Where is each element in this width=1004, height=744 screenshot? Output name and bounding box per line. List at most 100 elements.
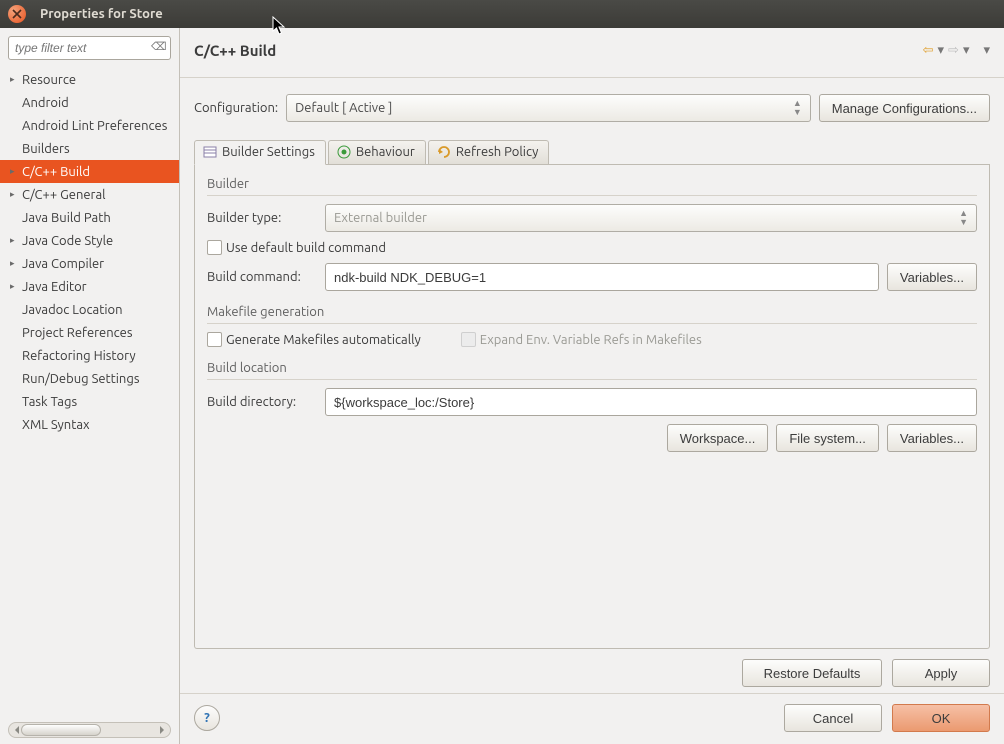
page-header: C/C++ Build ⇦ ▾ ⇨ ▾ ▾ — [180, 28, 1004, 78]
tree-item-label: Android — [22, 96, 69, 110]
filter-clear-icon[interactable]: ⌫ — [151, 40, 165, 54]
combo-caret-icon: ▲▼ — [959, 209, 968, 227]
generate-makefiles-label: Generate Makefiles automatically — [226, 333, 421, 347]
nav-forward-menu-icon[interactable]: ▾ — [963, 43, 970, 58]
tree-item-label: Javadoc Location — [22, 303, 123, 317]
nav-forward-icon: ⇨ — [948, 43, 959, 58]
builder-type-label: Builder type: — [207, 211, 317, 225]
sidebar: ⌫ ▸ResourceAndroidAndroid Lint Preferenc… — [0, 28, 180, 744]
build-command-input[interactable] — [325, 263, 879, 291]
build-location-group-label: Build location — [207, 361, 977, 375]
tree-item-label: Task Tags — [22, 395, 77, 409]
horizontal-scrollbar[interactable] — [8, 722, 171, 738]
builder-settings-panel: Builder Builder type: External builder ▲… — [194, 165, 990, 649]
tree-item[interactable]: XML Syntax — [0, 413, 179, 436]
expand-arrow-icon[interactable]: ▸ — [10, 166, 22, 177]
filesystem-button[interactable]: File system... — [776, 424, 879, 452]
tree-item[interactable]: ▸Java Code Style — [0, 229, 179, 252]
use-default-build-label: Use default build command — [226, 241, 386, 255]
tab-bar: Builder Settings Behaviour Refresh Polic… — [194, 140, 990, 165]
page-menu-icon[interactable]: ▾ — [983, 43, 990, 58]
build-command-label: Build command: — [207, 270, 317, 284]
tree-item[interactable]: ▸C/C++ General — [0, 183, 179, 206]
nav-back-menu-icon[interactable]: ▾ — [938, 43, 945, 58]
generate-makefiles-checkbox[interactable]: Generate Makefiles automatically — [207, 332, 421, 347]
titlebar: Properties for Store — [0, 0, 1004, 28]
tree-item[interactable]: Builders — [0, 137, 179, 160]
nav-icons: ⇦ ▾ ⇨ ▾ ▾ — [923, 43, 990, 58]
tree-item-label: C/C++ General — [22, 188, 106, 202]
tree-item[interactable]: ▸Java Editor — [0, 275, 179, 298]
combo-caret-icon: ▲▼ — [793, 99, 802, 117]
refresh-icon — [437, 145, 451, 159]
tab-label: Refresh Policy — [456, 145, 539, 159]
tab-builder-settings[interactable]: Builder Settings — [194, 140, 326, 165]
tree-item-label: Java Editor — [22, 280, 87, 294]
expand-env-refs-checkbox: Expand Env. Variable Refs in Makefiles — [461, 332, 702, 347]
filter-input[interactable] — [8, 36, 171, 60]
apply-button[interactable]: Apply — [892, 659, 990, 687]
property-tree: ▸ResourceAndroidAndroid Lint Preferences… — [0, 66, 179, 720]
builder-settings-icon — [203, 145, 217, 159]
expand-env-refs-label: Expand Env. Variable Refs in Makefiles — [480, 333, 702, 347]
behaviour-icon — [337, 145, 351, 159]
tree-item[interactable]: Refactoring History — [0, 344, 179, 367]
configuration-value: Default [ Active ] — [295, 101, 392, 115]
tree-item[interactable]: Project References — [0, 321, 179, 344]
tree-item[interactable]: Android — [0, 91, 179, 114]
builder-type-value: External builder — [334, 211, 427, 225]
tree-item[interactable]: Android Lint Preferences — [0, 114, 179, 137]
expand-arrow-icon[interactable]: ▸ — [10, 281, 22, 292]
footer-apply-row: Restore Defaults Apply — [180, 649, 1004, 693]
tree-item[interactable]: ▸Resource — [0, 68, 179, 91]
manage-configurations-button[interactable]: Manage Configurations... — [819, 94, 990, 122]
workspace-button[interactable]: Workspace... — [667, 424, 769, 452]
tree-item-label: Refactoring History — [22, 349, 136, 363]
window-close-button[interactable] — [8, 5, 26, 23]
build-directory-input[interactable] — [325, 388, 977, 416]
restore-defaults-button[interactable]: Restore Defaults — [742, 659, 882, 687]
tree-item-label: Resource — [22, 73, 76, 87]
tree-item-label: Project References — [22, 326, 132, 340]
tab-label: Builder Settings — [222, 145, 315, 159]
use-default-build-checkbox[interactable]: Use default build command — [207, 240, 386, 255]
expand-arrow-icon[interactable]: ▸ — [10, 189, 22, 200]
tab-refresh-policy[interactable]: Refresh Policy — [428, 140, 550, 164]
location-variables-button[interactable]: Variables... — [887, 424, 977, 452]
tree-item[interactable]: ▸C/C++ Build — [0, 160, 179, 183]
tree-item-label: Run/Debug Settings — [22, 372, 139, 386]
tree-item-label: Android Lint Preferences — [22, 119, 167, 133]
builder-type-combo: External builder ▲▼ — [325, 204, 977, 232]
tree-item[interactable]: Run/Debug Settings — [0, 367, 179, 390]
help-button[interactable]: ? — [194, 705, 220, 731]
tree-item-label: C/C++ Build — [22, 165, 90, 179]
expand-arrow-icon[interactable]: ▸ — [10, 74, 22, 85]
cancel-button[interactable]: Cancel — [784, 704, 882, 732]
build-command-variables-button[interactable]: Variables... — [887, 263, 977, 291]
tree-item[interactable]: Java Build Path — [0, 206, 179, 229]
checkbox-icon — [207, 240, 222, 255]
tab-behaviour[interactable]: Behaviour — [328, 140, 426, 164]
ok-button[interactable]: OK — [892, 704, 990, 732]
tree-item[interactable]: ▸Java Compiler — [0, 252, 179, 275]
configuration-label: Configuration: — [194, 101, 278, 115]
footer-dialog-row: ? Cancel OK — [180, 693, 1004, 744]
page-title: C/C++ Build — [194, 42, 276, 59]
tree-item[interactable]: Task Tags — [0, 390, 179, 413]
configuration-combo[interactable]: Default [ Active ] ▲▼ — [286, 94, 811, 122]
tree-item-label: Builders — [22, 142, 70, 156]
scrollbar-thumb[interactable] — [21, 724, 101, 736]
nav-back-icon[interactable]: ⇦ — [923, 43, 934, 58]
window-title: Properties for Store — [40, 7, 163, 21]
expand-arrow-icon[interactable]: ▸ — [10, 235, 22, 246]
tree-item-label: Java Build Path — [22, 211, 111, 225]
tree-item[interactable]: Javadoc Location — [0, 298, 179, 321]
tree-item-label: XML Syntax — [22, 418, 90, 432]
builder-group-label: Builder — [207, 177, 977, 191]
tab-label: Behaviour — [356, 145, 415, 159]
main-panel: C/C++ Build ⇦ ▾ ⇨ ▾ ▾ Configuration: Def… — [180, 28, 1004, 744]
makefile-group-label: Makefile generation — [207, 305, 977, 319]
checkbox-icon — [461, 332, 476, 347]
expand-arrow-icon[interactable]: ▸ — [10, 258, 22, 269]
tree-item-label: Java Compiler — [22, 257, 104, 271]
